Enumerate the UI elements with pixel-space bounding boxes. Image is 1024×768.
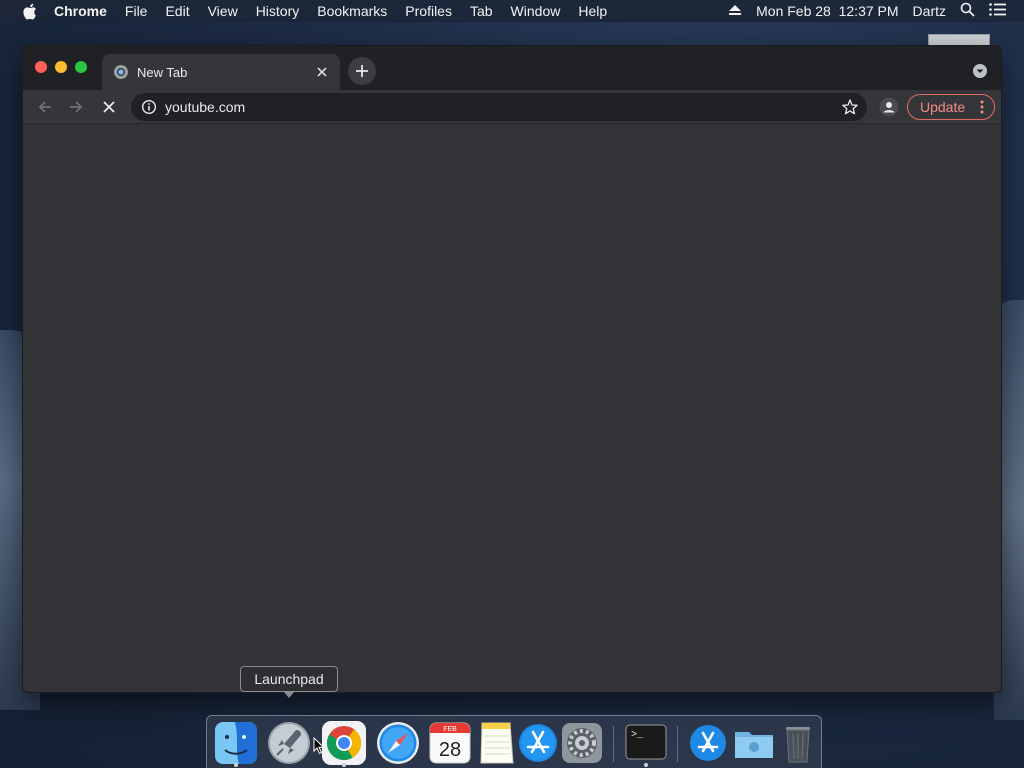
dock-calendar-icon[interactable]: FEB 28 [427,720,473,766]
menu-view[interactable]: View [199,0,247,22]
menu-help[interactable]: Help [569,0,616,22]
menu-bar: Chrome File Edit View History Bookmarks … [0,0,1024,22]
dock-tooltip-arrow [283,691,295,698]
notification-center-icon[interactable] [989,3,1006,19]
dock-launchpad-icon[interactable] [266,720,312,766]
browser-toolbar: youtube.com Update [23,90,1001,124]
menu-window[interactable]: Window [502,0,570,22]
calendar-month: FEB [443,726,457,733]
menu-file[interactable]: File [116,0,157,22]
apple-menu-icon[interactable] [18,0,40,22]
new-tab-button[interactable] [348,57,376,85]
menu-bar-clock[interactable]: Mon Feb 28 12:37 PM [756,3,898,19]
menu-profiles[interactable]: Profiles [396,0,461,22]
svg-text:>_: >_ [631,730,644,741]
menu-edit[interactable]: Edit [156,0,198,22]
dock-running-indicator [342,763,346,767]
menu-bookmarks[interactable]: Bookmarks [308,0,396,22]
dock-safari-icon[interactable] [375,720,421,766]
menu-tab[interactable]: Tab [461,0,502,22]
zoom-window-button[interactable] [75,61,87,73]
page-content-area[interactable] [23,125,1001,692]
dock-app-store-stack-icon[interactable] [685,720,731,766]
close-tab-icon[interactable] [310,60,334,84]
stop-loading-icon[interactable] [97,95,121,119]
browser-window: New Tab youtube.com Update [22,45,1002,693]
forward-arrow-icon[interactable] [64,95,88,119]
dock-trash-icon[interactable] [775,720,821,766]
minimize-window-button[interactable] [55,61,67,73]
dock-finder-icon[interactable] [213,720,259,766]
profile-avatar-icon[interactable] [878,96,900,118]
tab-title: New Tab [137,64,188,80]
dock-running-indicator [644,763,648,767]
dock-running-indicator [234,763,238,767]
kebab-menu-icon[interactable] [974,99,990,115]
window-controls [35,61,87,73]
dock-separator [613,726,614,762]
menu-bar-extras: Mon Feb 28 12:37 PM Dartz [728,0,1006,22]
address-bar[interactable]: youtube.com [131,93,867,121]
tab-strip: New Tab [23,46,1001,90]
update-label: Update [920,99,966,115]
dock-app-store-icon[interactable] [515,720,561,766]
dock-separator [677,726,678,762]
site-info-icon[interactable] [141,99,157,115]
back-arrow-icon[interactable] [33,95,57,119]
dock-terminal-icon[interactable]: >_ [623,720,669,766]
dock-chrome-icon[interactable] [321,720,367,766]
bookmark-star-icon[interactable] [841,98,859,116]
spotlight-search-icon[interactable] [960,2,975,20]
menu-bar-user[interactable]: Dartz [913,3,946,19]
tab-new-tab[interactable]: New Tab [102,54,340,90]
dock-downloads-folder-icon[interactable] [731,720,777,766]
mouse-cursor-icon [313,736,325,755]
menu-app-name[interactable]: Chrome [52,0,116,22]
dock-notes-icon[interactable] [473,720,519,766]
dock-tooltip: Launchpad [240,666,338,692]
dock-system-preferences-icon[interactable] [559,720,605,766]
menu-history[interactable]: History [247,0,309,22]
tab-search-icon[interactable] [972,63,988,79]
chrome-favicon-icon [113,64,129,80]
dock: FEB 28 >_ [206,715,822,768]
close-window-button[interactable] [35,61,47,73]
calendar-day: 28 [439,739,461,761]
update-chrome-button[interactable]: Update [907,94,995,120]
eject-icon[interactable] [728,3,742,19]
address-bar-url[interactable]: youtube.com [165,99,841,115]
